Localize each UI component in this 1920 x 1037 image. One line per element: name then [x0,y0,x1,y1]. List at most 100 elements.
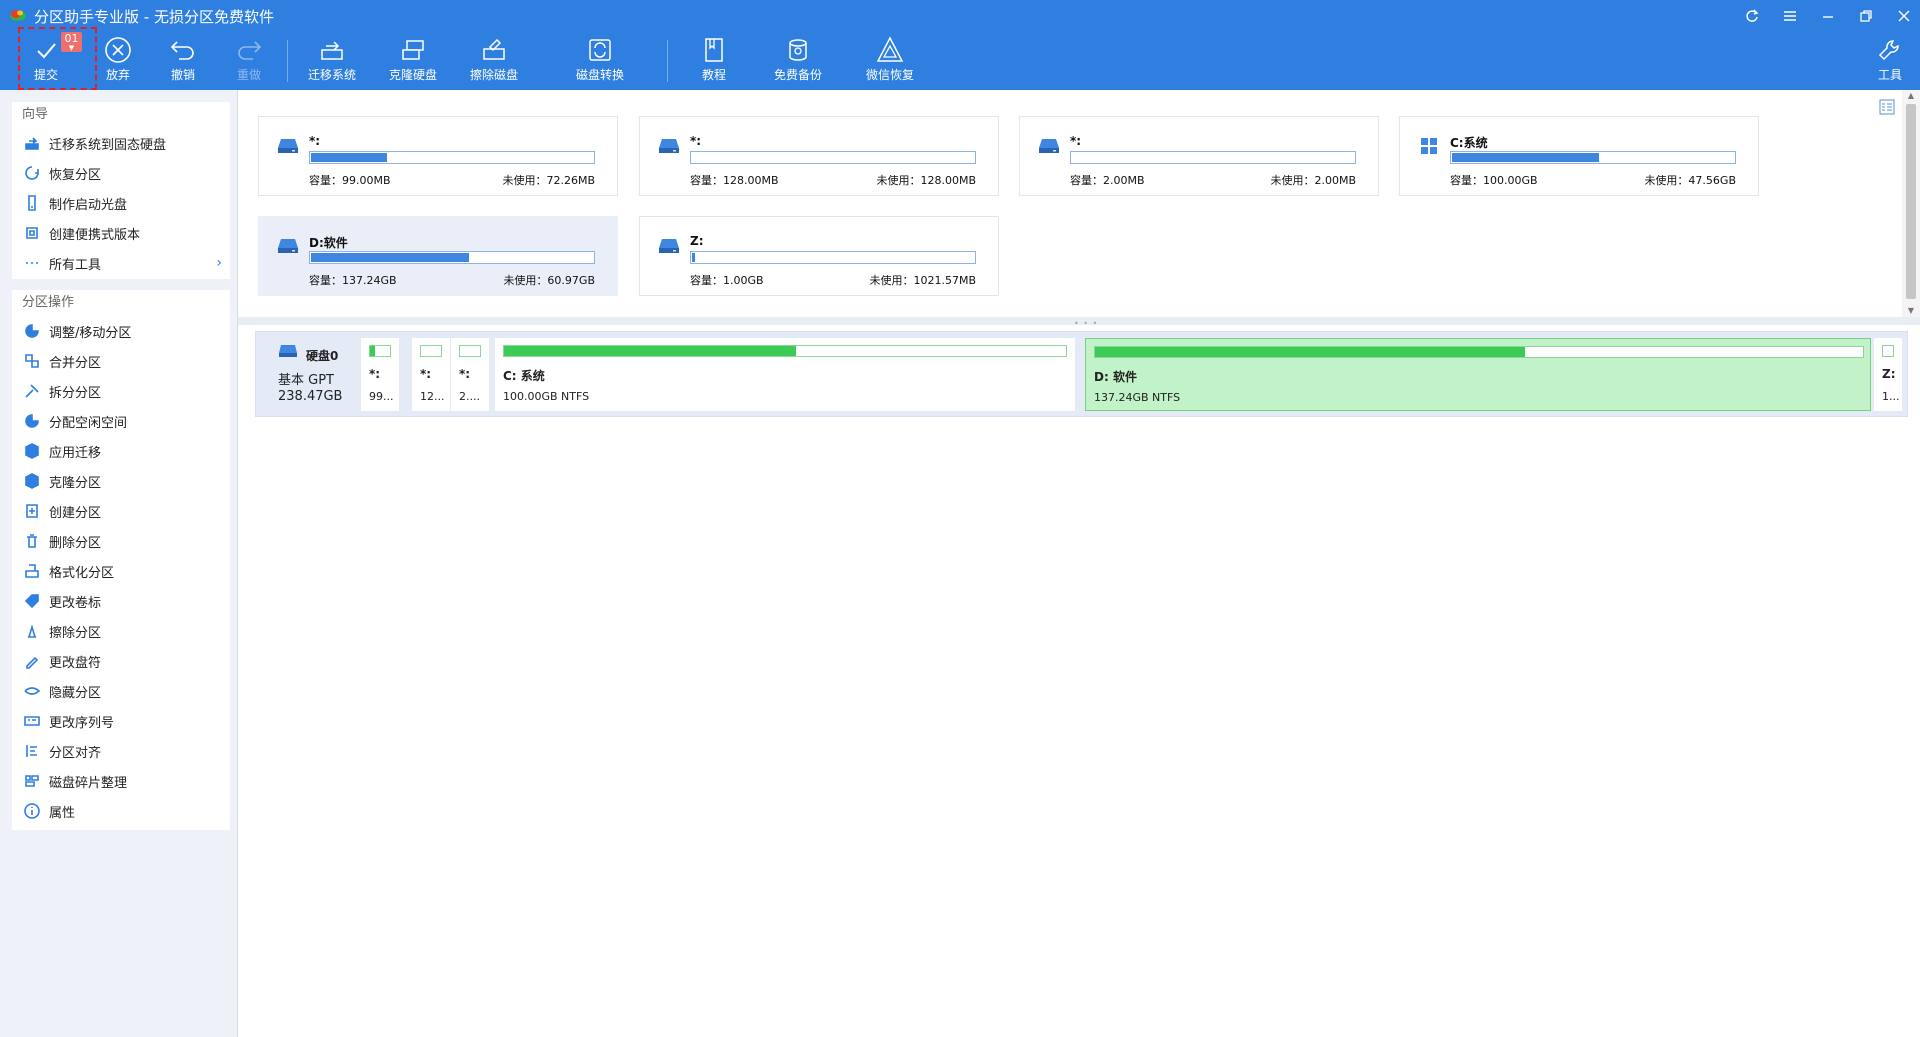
create-partition-icon [26,504,38,518]
view-toggle-icon[interactable] [1879,99,1895,115]
scroll-up-icon[interactable]: ▲ [1902,90,1920,102]
wipe-icon [28,624,36,638]
partition-card[interactable]: *: 容量：128.00MB 未使用：128.00MB [639,116,999,196]
partition-free: 未使用：2.00MB [1270,174,1356,187]
minimize-button[interactable] [1812,0,1844,32]
sidebar-item[interactable]: 创建分区 [12,496,230,526]
label-icon [24,594,39,609]
partition-block-desc: 100.00GB NTFS [503,390,590,403]
partition-block[interactable]: C: 系统 100.00GB NTFS [495,338,1075,411]
hamburger-menu-icon [1784,11,1796,21]
sidebar-item[interactable]: 恢复分区 [12,158,230,188]
sidebar-item[interactable]: 更改序列号 [12,706,230,736]
sidebar-item-label: 应用迁移 [49,445,102,461]
partition-name: *: [690,134,702,148]
bootable-media-icon [28,195,36,211]
scrollbar-thumb[interactable] [1906,104,1916,299]
partition-usage-bar [369,345,391,357]
sidebar-item[interactable]: 删除分区 [12,526,230,556]
discard-button[interactable]: 放弃 [98,32,138,90]
sidebar-item[interactable]: 创建便携式版本 [12,218,230,248]
disk-name: 硬盘0 [306,349,339,363]
disk-map-row: 硬盘0 基本 GPT 238.47GB *: 99... *: 12... *: 2...… [255,331,1908,417]
sidebar-item[interactable]: 迁移系统到固态硬盘 [12,128,230,158]
tools-label: 工具 [1877,68,1902,82]
partition-card[interactable]: *: 容量：99.00MB 未使用：72.26MB [258,116,618,196]
vertical-scrollbar[interactable]: ▲ ▼ [1902,90,1920,317]
tutorial-label: 教程 [701,68,726,82]
partition-block[interactable]: D: 软件 137.24GB NTFS [1085,338,1871,411]
sidebar-item[interactable]: 擦除分区 [12,616,230,646]
partition-block[interactable]: *: 99... [361,338,399,411]
undo-button[interactable]: 撤销 [163,32,203,90]
restore-button[interactable] [1850,0,1882,32]
app-logo-icon [10,10,26,21]
sidebar-item[interactable]: 更改盘符 [12,646,230,676]
merge-icon [25,354,39,368]
sidebar-item-icon [24,653,40,669]
partition-block-desc: 2.... [459,390,480,403]
sidebar-item-label: 属性 [49,805,76,821]
portable-version-icon [26,227,38,239]
close-button[interactable] [1888,0,1920,32]
partition-cards-area: *: 容量：99.00MB 未使用：72.26MB *: 容量：128.00MB 未使用：… [238,90,1902,317]
pane-splitter[interactable]: • • • [238,317,1920,328]
sidebar-item[interactable]: 所有工具 › [12,248,230,278]
sidebar-item[interactable]: 克隆分区 [12,466,230,496]
hide-icon [24,687,40,695]
partition-card[interactable]: D:软件 容量：137.24GB 未使用：60.97GB [258,216,618,296]
defrag-icon [25,775,39,787]
sidebar-item-icon [24,473,40,489]
wipe-disk-button[interactable]: 擦除磁盘 [468,32,520,90]
partition-usage-bar [503,345,1067,357]
scroll-down-icon[interactable]: ▼ [1902,305,1920,317]
tools-button[interactable]: 工具 [1872,32,1908,90]
sidebar-item[interactable]: 隐藏分区 [12,676,230,706]
partition-card[interactable]: *: 容量：2.00MB 未使用：2.00MB [1019,116,1379,196]
drive-icon [659,239,679,253]
sidebar-item[interactable]: 合并分区 [12,346,230,376]
partition-card[interactable]: C:系统 容量：100.00GB 未使用：47.56GB [1399,116,1759,196]
pending-operations-badge: 01 ▼ [61,32,82,52]
partition-block[interactable]: Z: 1... [1874,338,1902,411]
redo-button[interactable]: 重做 [229,32,269,90]
wechat-recovery-button[interactable]: 微信恢复 [864,32,916,90]
disk-info[interactable]: 硬盘0 基本 GPT 238.47GB [256,332,358,416]
sidebar-item-label: 拆分分区 [49,385,102,401]
migrate-os-button[interactable]: 迁移系统 [306,32,358,90]
sidebar-item[interactable]: 拆分分区 [12,376,230,406]
disk-convert-button[interactable]: 磁盘转换 [574,32,626,90]
sidebar-item-icon [24,773,40,789]
partition-free: 未使用：72.26MB [502,174,595,187]
partition-capacity: 容量：2.00MB [1070,174,1145,187]
all-tools-icon [26,262,38,264]
clone-disk-button[interactable]: 克隆硬盘 [387,32,439,90]
partition-usage-bar [1882,345,1894,357]
sidebar-item[interactable]: 分配空闲空间 [12,406,230,436]
sidebar-item[interactable]: 调整/移动分区 [12,316,230,346]
tutorial-button[interactable]: 教程 [694,32,734,90]
refresh-button[interactable] [1736,0,1768,32]
partition-block[interactable]: *: 12... [412,338,450,411]
partition-block[interactable]: *: 2.... [451,338,489,411]
sidebar-item-label: 迁移系统到固态硬盘 [49,137,167,153]
sidebar-item[interactable]: 制作启动光盘 [12,188,230,218]
sidebar-item[interactable]: 应用迁移 [12,436,230,466]
sidebar-item-icon [24,683,40,699]
sidebar-item-icon [24,593,40,609]
window-title: 分区助手专业版 - 无损分区免费软件 [34,8,274,26]
clone-disk-label: 克隆硬盘 [388,68,437,82]
sidebar-item-label: 磁盘碎片整理 [49,775,128,791]
sidebar-item-label: 制作启动光盘 [49,197,128,213]
free-backup-button[interactable]: 免费备份 [772,32,824,90]
sidebar-item[interactable]: 更改卷标 [12,586,230,616]
sidebar-item[interactable]: 格式化分区 [12,556,230,586]
menu-button[interactable] [1774,0,1806,32]
sidebar-item[interactable]: 属性 [12,796,230,826]
sidebar-item[interactable]: 分区对齐 [12,736,230,766]
sidebar-item[interactable]: 磁盘碎片整理 [12,766,230,796]
partition-card[interactable]: Z: 容量：1.00GB 未使用：1021.57MB [639,216,999,296]
commit-highlight-box [18,27,97,90]
partition-usage-bar [459,345,481,357]
sidebar-item-icon [24,165,40,181]
